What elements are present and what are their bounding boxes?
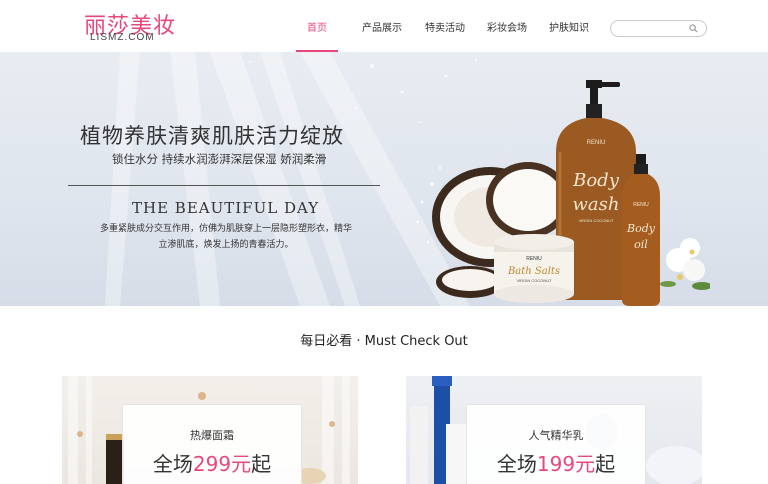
promo-card-essence[interactable]: 人气精华乳 全场199元起 xyxy=(406,376,702,484)
bottle-label-line1: Body xyxy=(572,170,620,191)
search-input[interactable] xyxy=(617,25,695,41)
section-title: 每日必看 · Must Check Out xyxy=(300,334,468,349)
logo-domain[interactable]: LISMZ.COM xyxy=(90,32,155,43)
oil-brand: RENIU xyxy=(633,202,649,208)
hero-banner[interactable]: 植物养肤清爽肌肤活力绽放 锁住水分 持续水润澎湃深层保湿 娇润柔滑 THE BE… xyxy=(0,52,768,306)
promo-price: 全场299元起 xyxy=(123,448,301,477)
nav-item-products[interactable]: 产品展示 xyxy=(358,0,406,52)
promo-box: 人气精华乳 全场199元起 xyxy=(466,404,646,484)
jar-label-small: VIRGIN COCONUT xyxy=(516,278,552,283)
bottle-brand: RENIU xyxy=(587,140,606,146)
banner-desc-line2: 立渗肌底，焕发上扬的青春活力。 xyxy=(158,240,294,250)
search-box xyxy=(610,20,707,41)
site-header: 丽莎美妆 LISMZ.COM 首页 产品展示 特卖活动 彩妆会场 护肤知识 xyxy=(0,0,768,52)
oil-label-line1: Body xyxy=(626,222,656,235)
jar-brand: RENIU xyxy=(526,256,542,262)
oil-label-line2: oil xyxy=(634,238,648,251)
promo-product-name: 热爆面霜 xyxy=(190,429,234,442)
nav-item-makeup[interactable]: 彩妆会场 xyxy=(483,0,531,52)
price-number: 199元 xyxy=(536,452,596,476)
bath-salts-jar: RENIU Bath Salts VIRGIN COCONUT xyxy=(494,234,574,303)
bottle-label-line2: wash xyxy=(573,194,620,215)
flower-decoration xyxy=(660,238,710,290)
product-illustration: RENIU Body wash VIRGIN COCONUT RENIU Bod… xyxy=(416,80,710,306)
price-prefix: 全场 xyxy=(152,452,193,476)
banner-english-title: THE BEAUTIFUL DAY xyxy=(132,199,320,217)
promo-card-cream[interactable]: 热爆面霜 全场299元起 xyxy=(62,376,358,484)
price-prefix: 全场 xyxy=(496,452,537,476)
price-number: 299元 xyxy=(192,452,252,476)
bottle-label-small: VIRGIN COCONUT xyxy=(578,218,614,223)
nav-item-home[interactable]: 首页 xyxy=(296,0,338,52)
price-suffix: 起 xyxy=(251,452,272,476)
promo-price: 全场199元起 xyxy=(467,448,645,477)
promo-product-name: 人气精华乳 xyxy=(528,429,584,442)
main-nav: 首页 产品展示 特卖活动 彩妆会场 护肤知识 xyxy=(296,0,593,52)
banner-desc-line1: 多重紧肤成分交互作用，仿佛为肌肤穿上一层隐形塑形衣，精华 xyxy=(99,224,352,234)
banner-description: 多重紧肤成分交互作用，仿佛为肌肤穿上一层隐形塑形衣，精华 立渗肌底，焕发上扬的青… xyxy=(86,221,366,253)
divider xyxy=(68,185,380,186)
nav-item-skincare[interactable]: 护肤知识 xyxy=(545,0,593,52)
search-icon[interactable] xyxy=(689,24,698,33)
promo-box: 热爆面霜 全场299元起 xyxy=(122,404,302,484)
price-suffix: 起 xyxy=(595,452,616,476)
banner-subtitle: 锁住水分 持续水润澎湃深层保湿 娇润柔滑 xyxy=(112,152,327,166)
jar-label: Bath Salts xyxy=(507,266,560,277)
banner-title: 植物养肤清爽肌肤活力绽放 xyxy=(80,124,344,148)
nav-item-sales[interactable]: 特卖活动 xyxy=(421,0,469,52)
